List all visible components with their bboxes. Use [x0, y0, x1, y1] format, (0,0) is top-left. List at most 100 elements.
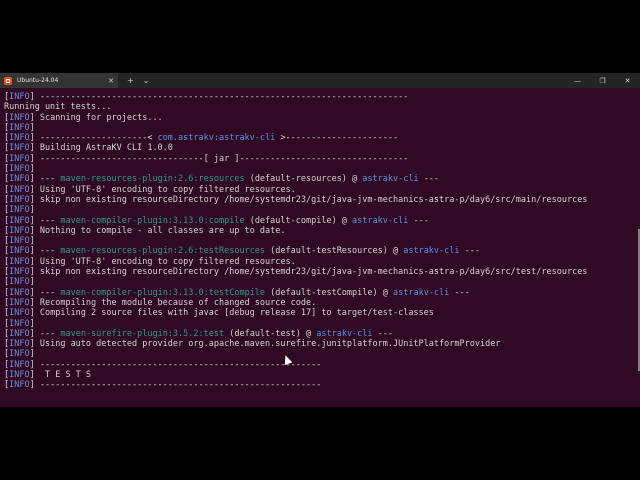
log-level-tag: INFO [9, 297, 30, 308]
log-level-tag: INFO [9, 205, 30, 216]
bracket: ] [29, 122, 40, 133]
bracket: ] [29, 153, 40, 164]
line-text: Running unit tests... [4, 102, 112, 113]
bracket: ] [29, 380, 40, 391]
log-level-tag: INFO [9, 112, 30, 123]
terminal-line: [INFO] [4, 123, 632, 133]
new-tab-button[interactable]: + [127, 76, 134, 85]
terminal-line: [INFO] --- maven-resources-plugin:2.6:te… [4, 246, 632, 256]
terminal-line: [INFO] T E S T S [4, 370, 632, 380]
log-level-tag: INFO [9, 287, 30, 298]
terminal-line: [INFO] ---------------------------------… [4, 380, 632, 390]
bracket: ] [29, 112, 40, 123]
terminal-line: Running unit tests... [4, 102, 632, 112]
bracket: ] [29, 277, 40, 288]
bracket: ] [29, 339, 40, 350]
log-level-tag: INFO [9, 277, 30, 288]
terminal-line: [INFO] [4, 236, 632, 246]
bracket: ] [29, 215, 40, 226]
line-text: T E S T S [39, 370, 92, 381]
line-text: Building AstraKV CLI 1.0.0 [39, 143, 173, 154]
separator: --- [39, 174, 61, 185]
bracket: ] [29, 287, 40, 298]
separator: --- [39, 246, 61, 257]
separator: ---------------------< [39, 133, 158, 144]
log-level-tag: INFO [9, 236, 30, 247]
bracket: ] [29, 256, 40, 267]
bracket: ] [29, 225, 40, 236]
bracket: ] [29, 297, 40, 308]
close-window-button[interactable]: ✕ [615, 77, 640, 85]
separator: --- [408, 215, 429, 226]
log-level-tag: INFO [9, 256, 30, 267]
plugin-name: maven-surefire-plugin:3.5.2:test [60, 328, 225, 339]
terminal-line: [INFO] Using 'UTF-8' encoding to copy fi… [4, 185, 632, 195]
bracket: ] [29, 328, 40, 339]
line-text: Using 'UTF-8' encoding to copy filtered … [39, 184, 296, 195]
title-bar: Ubuntu-24.04 ✕ + ⌄ — ❐ ✕ [0, 73, 640, 88]
bracket: ] [29, 133, 40, 144]
maximize-button[interactable]: ❐ [590, 77, 615, 85]
terminal-line: [INFO] --- maven-surefire-plugin:3.5.2:t… [4, 329, 632, 339]
plugin-goal: (default-resources) @ [244, 174, 363, 185]
log-level-tag: INFO [9, 339, 30, 350]
terminal-line: [INFO] ---------------------------------… [4, 360, 632, 370]
log-level-tag: INFO [9, 349, 30, 360]
line-text: ----------------------------------------… [39, 92, 409, 102]
terminal-line: [INFO] --------------------------------[… [4, 154, 632, 164]
bracket: ] [29, 236, 40, 247]
terminal-line: [INFO] Nothing to compile - all classes … [4, 226, 632, 236]
log-level-tag: INFO [9, 359, 30, 370]
terminal-line: [INFO] [4, 349, 632, 359]
terminal-line: [INFO] Scanning for projects... [4, 113, 632, 123]
log-level-tag: INFO [9, 133, 30, 144]
bracket: ] [29, 164, 40, 175]
line-text: Nothing to compile - all classes are up … [39, 225, 286, 236]
line-text: Scanning for projects... [39, 112, 163, 123]
log-level-tag: INFO [9, 246, 30, 257]
line-text: Recompiling the module because of change… [39, 297, 317, 308]
terminal-line: [INFO] [4, 205, 632, 215]
separator: >---------------------- [275, 133, 399, 144]
line-text: Compiling 2 source files with javac [deb… [39, 308, 434, 319]
terminal-line: [INFO] Using auto detected provider org.… [4, 339, 632, 349]
terminal-window: Ubuntu-24.04 ✕ + ⌄ — ❐ ✕ [INFO] --------… [0, 73, 640, 407]
bracket: ] [29, 174, 40, 185]
bracket: ] [29, 92, 40, 102]
chevron-down-icon[interactable]: ⌄ [143, 76, 150, 85]
plugin-name: maven-compiler-plugin:3.13.0:compile [60, 215, 245, 226]
terminal-line: [INFO] --- maven-compiler-plugin:3.13.0:… [4, 216, 632, 226]
log-level-tag: INFO [9, 164, 30, 175]
terminal-line: [INFO] [4, 277, 632, 287]
project-name: astrakv-cli [403, 246, 460, 257]
bracket: ] [29, 267, 40, 278]
project-name: astrakv-cli [362, 174, 419, 185]
plugin-goal: (default-compile) @ [244, 215, 353, 226]
minimize-button[interactable]: — [565, 77, 590, 85]
log-level-tag: INFO [9, 143, 30, 154]
bracket: ] [29, 184, 40, 195]
plugin-name: maven-resources-plugin:2.6:testResources [60, 246, 266, 257]
terminal-output[interactable]: [INFO] ---------------------------------… [4, 92, 632, 391]
terminal-icon [4, 76, 12, 85]
terminal-line: [INFO] Using 'UTF-8' encoding to copy fi… [4, 257, 632, 267]
line-text: Using 'UTF-8' encoding to copy filtered … [39, 256, 296, 267]
tab-ubuntu[interactable]: Ubuntu-24.04 ✕ [0, 73, 118, 88]
terminal-line: [INFO] Recompiling the module because of… [4, 298, 632, 308]
close-tab-icon[interactable]: ✕ [108, 77, 114, 85]
terminal-line: [INFO] [4, 319, 632, 329]
separator: --- [418, 174, 440, 185]
separator: --- [39, 287, 61, 298]
tab-title: Ubuntu-24.04 [17, 77, 59, 84]
artifact-id: com.astrakv:astrakv-cli [157, 133, 276, 144]
project-name: astrakv-cli [392, 287, 450, 298]
terminal-line: [INFO] Building AstraKV CLI 1.0.0 [4, 143, 632, 153]
separator: --- [459, 246, 480, 257]
log-level-tag: INFO [9, 318, 30, 329]
bracket: ] [29, 318, 40, 329]
log-level-tag: INFO [9, 308, 30, 319]
terminal-line: [INFO] [4, 164, 632, 174]
plugin-goal: (default-test) @ [224, 328, 317, 339]
bracket: ] [29, 194, 40, 205]
separator: --- [39, 328, 61, 339]
